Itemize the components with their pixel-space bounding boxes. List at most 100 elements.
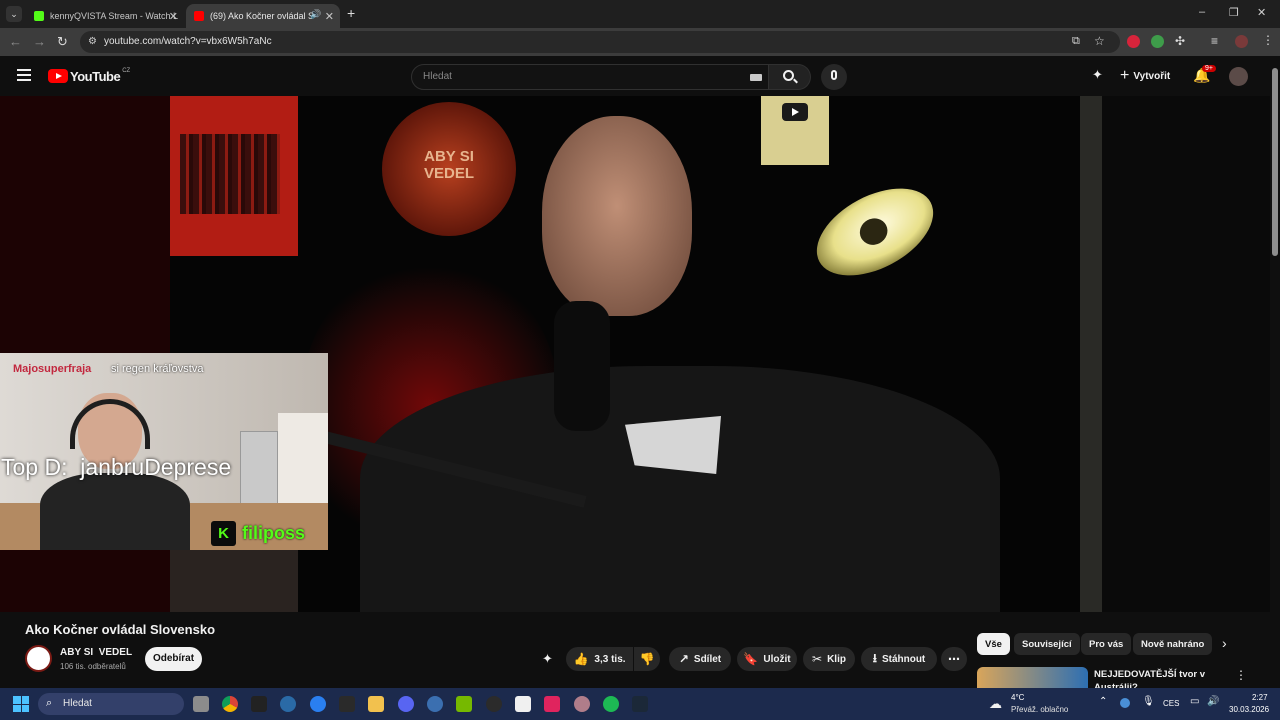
create-button[interactable]: + Vytvořit	[1120, 67, 1170, 85]
extension-red-icon[interactable]	[1127, 35, 1140, 48]
close-tab-icon[interactable]: ✕	[169, 10, 178, 23]
epic-games-icon[interactable]	[339, 696, 355, 712]
tray-app-icon[interactable]	[1120, 698, 1130, 708]
video-menu-icon[interactable]: ⋮	[1235, 668, 1247, 682]
recommended-video-thumbnail[interactable]	[977, 667, 1088, 688]
scrollbar-thumb[interactable]	[1272, 68, 1278, 256]
input-language[interactable]: CES	[1163, 699, 1179, 708]
tray-chevron-up-icon[interactable]: ⌃	[1099, 696, 1107, 707]
sparkle-icon[interactable]: ✦	[1092, 67, 1103, 83]
clip-button[interactable]: ✂ Klip	[803, 647, 855, 671]
extension-green-icon[interactable]	[1151, 35, 1164, 48]
video-player[interactable]: ABY SI VEDEL Majosuperfraja si regen krá…	[0, 96, 1270, 612]
search-input[interactable]: Hledat	[411, 64, 769, 90]
subscribe-button[interactable]: Odebírat	[145, 647, 202, 671]
extensions-puzzle-icon[interactable]: ✣	[1175, 34, 1185, 48]
app-globe-icon[interactable]	[427, 696, 443, 712]
notifications-button[interactable]: 🔔 9+	[1193, 65, 1216, 85]
obs-icon[interactable]	[486, 696, 502, 712]
channel-avatar[interactable]	[25, 645, 52, 672]
presenter-body	[360, 366, 1000, 612]
plaque-play-icon	[782, 103, 808, 121]
tray-mic-icon[interactable]: 🎙	[1142, 696, 1155, 707]
new-tab-button[interactable]: +	[347, 5, 355, 21]
address-bar[interactable]: ⚙ youtube.com/watch?v=vbx6W5h7aNc ⧉ ☆	[80, 31, 1120, 53]
door-panel	[1102, 96, 1270, 612]
voice-search-button[interactable]	[821, 64, 847, 90]
chip-recently-uploaded[interactable]: Nově nahráno	[1133, 633, 1213, 655]
reading-list-icon[interactable]: ≡	[1211, 34, 1218, 48]
streamer-name: filiposs	[242, 523, 306, 543]
recommended-video-title[interactable]: NEJJEDOVATĚJŠÍ tvor v	[1094, 669, 1205, 680]
avatar[interactable]	[1229, 67, 1248, 86]
profile-avatar-icon[interactable]	[1235, 35, 1248, 48]
audio-playing-icon[interactable]: 🔊	[310, 9, 321, 20]
taskbar-search-input[interactable]: ⌕ Hledat	[38, 693, 184, 715]
chip-for-you[interactable]: Pro vás	[1081, 633, 1132, 655]
youtube-icon	[194, 11, 204, 21]
tab-youtube-video[interactable]: (69) Ako Kočner ovládal Slo 🔊 ✕	[186, 4, 340, 28]
steam-icon[interactable]	[280, 696, 296, 712]
clock-date[interactable]: 30.03.2026	[1229, 705, 1269, 714]
youtube-logo[interactable]: YouTube CZ	[48, 68, 130, 84]
back-icon[interactable]: ←	[9, 34, 22, 49]
site-info-icon[interactable]: ⚙	[88, 36, 97, 47]
volume-icon[interactable]: 🔊	[1207, 696, 1219, 707]
weather-temp[interactable]: 4°C	[1011, 693, 1024, 702]
reload-icon[interactable]: ↻	[57, 34, 68, 50]
save-button[interactable]: 🔖 Uložit	[737, 647, 797, 671]
play-button-plaque	[761, 96, 829, 165]
app-g-icon[interactable]	[251, 696, 267, 712]
download-icon: ⭳	[872, 650, 877, 665]
chevron-right-icon[interactable]: ›	[1222, 635, 1227, 651]
more-actions-button[interactable]: ⋯	[941, 647, 967, 671]
minimize-button[interactable]: –	[1199, 6, 1205, 18]
ask-ai-sparkle-icon[interactable]: ✦	[542, 651, 553, 667]
weather-icon[interactable]: ☁	[989, 696, 1002, 712]
browser-menu-icon[interactable]: ⋮	[1262, 33, 1274, 47]
tab-list-button[interactable]: ⌄	[6, 6, 22, 22]
maximize-button[interactable]: ❐	[1229, 6, 1239, 19]
chip-all[interactable]: Vše	[977, 633, 1010, 655]
steam-client-icon[interactable]	[632, 696, 648, 712]
spotify-icon[interactable]	[603, 696, 619, 712]
close-window-button[interactable]: ✕	[1257, 6, 1266, 19]
kick-logo-icon: K	[211, 521, 236, 546]
share-label: Sdílet	[693, 653, 722, 665]
page-scrollbar[interactable]	[1270, 56, 1280, 688]
install-app-icon[interactable]: ⧉	[1072, 35, 1080, 48]
windows-start-icon[interactable]	[13, 696, 29, 712]
weather-desc[interactable]: Převáž. oblačno	[1011, 705, 1068, 714]
subscriber-count: 106 tis. odběratelů	[60, 662, 126, 671]
search-button[interactable]	[769, 64, 811, 90]
close-tab-icon[interactable]: ✕	[325, 10, 334, 23]
chip-related[interactable]: Související	[1014, 633, 1080, 655]
like-button[interactable]: 👍 3,3 tis.	[566, 647, 633, 671]
bookmark-star-icon[interactable]: ☆	[1094, 34, 1105, 48]
app-pink-icon[interactable]	[544, 696, 560, 712]
app-avatar-icon[interactable]	[574, 696, 590, 712]
tab-label: kennyQVISTA Stream - Watch L	[50, 11, 179, 21]
channel-name[interactable]: ABY SI VEDEL	[60, 647, 132, 658]
app-blue-icon[interactable]	[310, 696, 326, 712]
download-button[interactable]: ⭳ Stáhnout	[861, 647, 937, 671]
forward-icon[interactable]: →	[33, 34, 46, 49]
tab-kick-stream[interactable]: kennyQVISTA Stream - Watch L ✕	[26, 4, 184, 28]
thumbs-down-icon: 👎	[639, 652, 655, 666]
hamburger-menu-icon[interactable]	[17, 69, 31, 81]
tab-label: (69) Ako Kočner ovládal Slo	[210, 11, 314, 21]
clock-time[interactable]: 2:27	[1252, 693, 1268, 702]
streamer-webcam: Majosuperfraja si regen kráľovstva K fil…	[0, 353, 328, 550]
capcut-icon[interactable]	[515, 696, 531, 712]
like-count: 3,3 tis.	[594, 653, 626, 665]
chrome-icon[interactable]	[222, 696, 238, 712]
network-icon[interactable]: ▭	[1190, 696, 1199, 707]
discord-icon[interactable]	[398, 696, 414, 712]
task-view-icon[interactable]	[193, 696, 209, 712]
bookshelf-image	[170, 96, 298, 256]
dislike-button[interactable]: 👎	[634, 647, 660, 671]
share-button[interactable]: ↗ Sdílet	[669, 647, 731, 671]
nvidia-icon[interactable]	[456, 696, 472, 712]
file-explorer-icon[interactable]	[368, 696, 384, 712]
keyboard-icon[interactable]	[750, 74, 762, 81]
